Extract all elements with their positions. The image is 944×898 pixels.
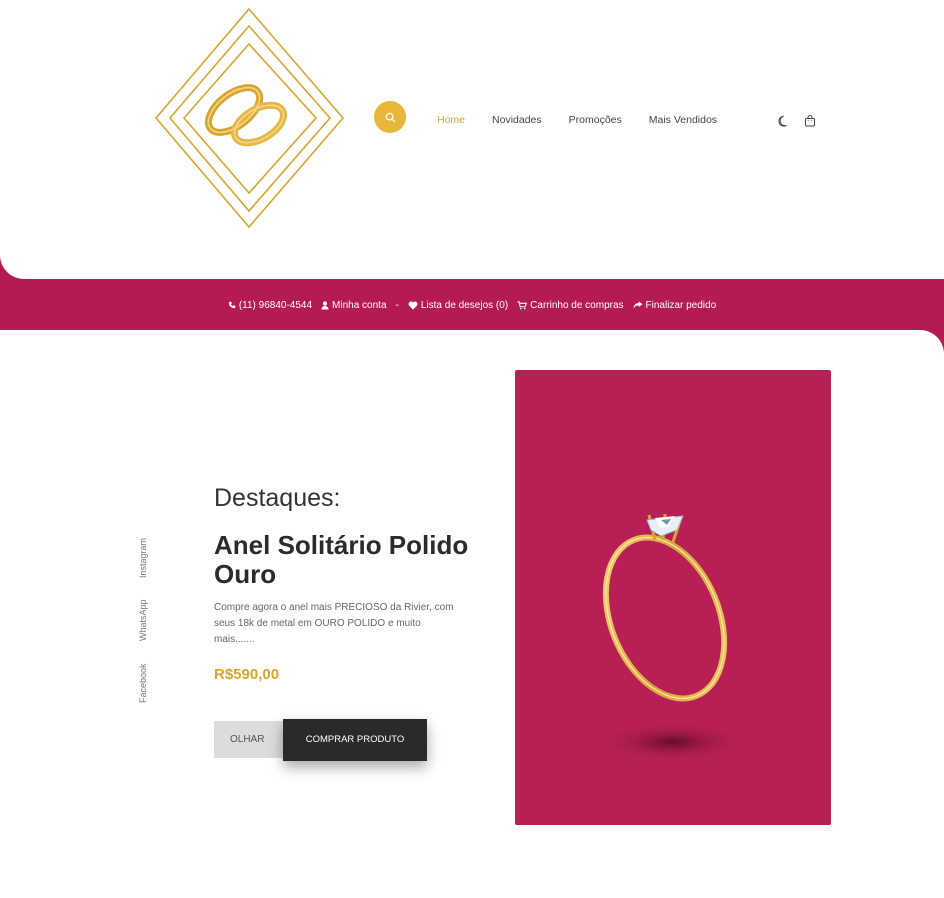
header-icons — [777, 114, 817, 128]
user-icon — [321, 300, 329, 309]
cart-link[interactable]: Carrinho de compras — [517, 299, 624, 311]
share-arrow-icon — [633, 301, 642, 309]
phone-label: (11) 96840-4544 — [238, 299, 313, 311]
social-instagram[interactable]: Instagram — [138, 538, 148, 578]
product-title: Anel Solitário Polido Ouro — [214, 530, 469, 589]
nav-home[interactable]: Home — [437, 114, 465, 126]
heart-icon — [408, 301, 418, 310]
top-bar: (11) 96840-4544 Minha conta - Lista de d… — [0, 297, 944, 313]
separator: - — [395, 299, 399, 311]
search-icon — [385, 112, 396, 123]
wishlist-link[interactable]: Lista de desejos (0) — [408, 300, 508, 311]
product-description: Compre agora o anel mais PRECIOSO da Riv… — [214, 602, 454, 645]
search-button[interactable] — [374, 101, 406, 133]
shopping-bag-icon[interactable] — [803, 114, 817, 128]
checkout-link[interactable]: Finalizar pedido — [633, 299, 717, 311]
account-link[interactable]: Minha conta — [321, 299, 387, 311]
solitaire-ring-image — [598, 513, 748, 762]
product-image — [515, 370, 831, 825]
moon-icon[interactable] — [777, 114, 791, 128]
cart-label: Carrinho de compras — [530, 299, 624, 311]
cart-icon — [517, 300, 528, 309]
buy-product-button[interactable]: COMPRAR PRODUTO — [283, 719, 427, 761]
account-label: Minha conta — [332, 299, 387, 311]
wedding-rings-logo-icon — [154, 7, 345, 229]
main-nav: Home Novidades Promoções Mais Vendidos — [437, 114, 744, 126]
look-button[interactable]: OLHAR — [214, 721, 292, 758]
wishlist-label: Lista de desejos (0) — [420, 299, 509, 311]
nav-novidades[interactable]: Novidades — [492, 114, 542, 126]
nav-mais-vendidos[interactable]: Mais Vendidos — [649, 114, 717, 126]
phone-link[interactable]: (11) 96840-4544 — [228, 300, 312, 311]
logo[interactable] — [150, 6, 350, 232]
nav-promocoes[interactable]: Promoções — [569, 114, 622, 126]
phone-icon — [228, 301, 236, 309]
product-price: R$590,00 — [214, 666, 280, 683]
social-facebook[interactable]: Facebook — [138, 663, 148, 703]
checkout-label: Finalizar pedido — [645, 299, 717, 311]
social-whatsapp[interactable]: WhatsApp — [138, 599, 148, 641]
hero-kicker: Destaques: — [214, 484, 341, 512]
